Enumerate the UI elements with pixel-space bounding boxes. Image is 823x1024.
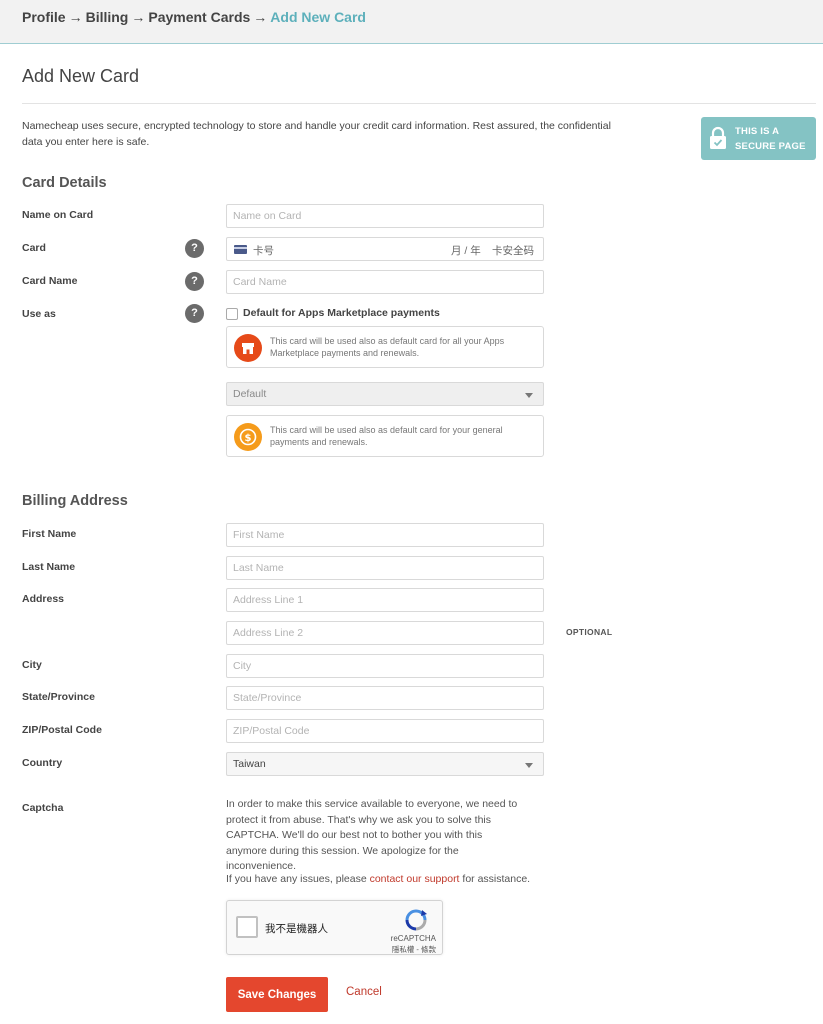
address-label: Address [22, 593, 65, 605]
card-number-placeholder[interactable]: 卡号 [253, 243, 274, 258]
breadcrumb-separator: → [253, 9, 268, 25]
country-label: Country [22, 757, 63, 769]
breadcrumb-billing[interactable]: Billing [86, 9, 129, 25]
store-icon [234, 334, 262, 362]
breadcrumb-separator: → [68, 9, 83, 25]
general-payments-info-text: This card will be used also as default c… [270, 425, 503, 447]
recaptcha-label: 我不是機器人 [265, 923, 328, 935]
city-input[interactable] [226, 654, 544, 678]
zip-label: ZIP/Postal Code [22, 724, 102, 736]
apps-marketplace-info: This card will be used also as default c… [226, 326, 544, 368]
dollar-coin-icon: $ [234, 423, 262, 451]
apps-marketplace-default-checkbox[interactable] [226, 308, 238, 320]
address-line2-input[interactable] [226, 621, 544, 645]
captcha-explanation: In order to make this service available … [226, 798, 518, 872]
optional-label: OPTIONAL [566, 627, 613, 637]
city-label: City [22, 659, 42, 671]
recaptcha-brand: reCAPTCHA [390, 934, 436, 943]
card-cvc-placeholder[interactable]: 卡安全码 [492, 243, 534, 258]
recaptcha-widget: 我不是機器人 reCAPTCHA 隱私權 - 條款 [226, 900, 443, 955]
svg-text:$: $ [245, 433, 252, 444]
save-changes-button[interactable]: Save Changes [226, 977, 328, 1012]
breadcrumb-separator: → [131, 9, 146, 25]
use-as-label: Use as [22, 308, 56, 320]
billing-address-title: Billing Address [22, 493, 128, 509]
captcha-label: Captcha [22, 802, 64, 814]
address-line1-input[interactable] [226, 588, 544, 612]
first-name-label: First Name [22, 528, 77, 540]
contact-support-link[interactable]: contact our support [370, 873, 460, 885]
state-input[interactable] [226, 686, 544, 710]
recaptcha-checkbox[interactable] [236, 916, 258, 938]
support-prefix: If you have any issues, please [226, 873, 370, 885]
chevron-down-icon [525, 763, 533, 768]
lock-icon [710, 126, 726, 149]
top-bar: Profile → Billing → Payment Cards → Add New Ca… [0, 0, 823, 44]
default-card-select[interactable]: Default [226, 382, 544, 406]
apps-marketplace-info-text: This card will be used also as default c… [270, 336, 505, 358]
recaptcha-terms[interactable]: 隱私權 - 條款 [392, 944, 436, 955]
state-label: State/Province [22, 691, 95, 703]
store-glyph-icon [242, 343, 254, 354]
support-suffix: for assistance. [459, 873, 531, 885]
card-label: Card [22, 242, 46, 254]
chevron-down-icon [525, 393, 533, 398]
card-help-icon[interactable]: ? [185, 239, 204, 258]
card-details-title: Card Details [22, 175, 107, 191]
secure-page-badge: THIS IS A SECURE PAGE [701, 117, 816, 160]
breadcrumb-current: Add New Card [270, 9, 366, 25]
intro-text: Namecheap uses secure, encrypted technol… [22, 120, 611, 148]
secure-badge-line1: THIS IS A [735, 126, 780, 137]
credit-card-icon [234, 245, 247, 254]
name-on-card-input[interactable] [226, 204, 544, 228]
dollar-glyph-icon: $ [239, 428, 257, 446]
captcha-support-text: If you have any issues, please contact o… [226, 873, 530, 885]
country-select[interactable]: Taiwan [226, 752, 544, 776]
breadcrumb-profile[interactable]: Profile [22, 9, 66, 25]
general-payments-info: $ This card will be used also as default… [226, 415, 544, 457]
country-select-value: Taiwan [233, 758, 266, 770]
last-name-label: Last Name [22, 561, 76, 573]
apps-marketplace-default-label[interactable]: Default for Apps Marketplace payments [243, 307, 440, 319]
recaptcha-logo-icon [405, 909, 427, 931]
use-as-help-icon[interactable]: ? [185, 304, 204, 323]
divider [22, 103, 816, 104]
last-name-input[interactable] [226, 556, 544, 580]
card-name-label: Card Name [22, 275, 78, 287]
breadcrumb-payment-cards[interactable]: Payment Cards [148, 9, 250, 25]
card-name-input[interactable] [226, 270, 544, 294]
card-input[interactable]: 卡号 月 / 年 卡安全码 [226, 237, 544, 261]
zip-input[interactable] [226, 719, 544, 743]
breadcrumb: Profile → Billing → Payment Cards → Add New Ca… [22, 9, 366, 25]
default-card-select-value: Default [233, 388, 267, 400]
first-name-input[interactable] [226, 523, 544, 547]
card-name-help-icon[interactable]: ? [185, 272, 204, 291]
secure-badge-line2: SECURE PAGE [735, 141, 806, 152]
name-on-card-label: Name on Card [22, 209, 94, 221]
card-expiry-placeholder[interactable]: 月 / 年 [451, 243, 481, 258]
cancel-link[interactable]: Cancel [346, 986, 382, 998]
page-title: Add New Card [22, 66, 140, 86]
secure-badge-text: THIS IS A SECURE PAGE [735, 124, 806, 154]
